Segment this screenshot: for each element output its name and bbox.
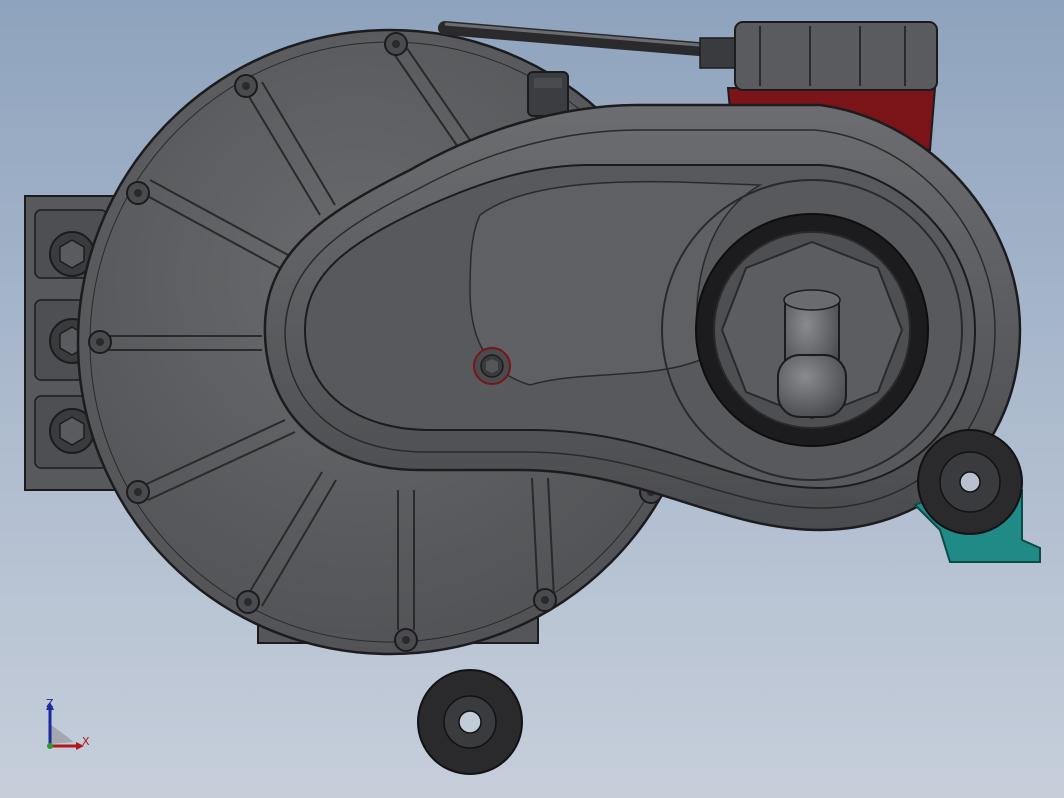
- cad-viewport[interactable]: Z X: [0, 0, 1064, 798]
- mounting-bracket[interactable]: [913, 429, 1041, 563]
- x-axis-label: X: [82, 735, 90, 748]
- rubber-mount[interactable]: [417, 669, 523, 775]
- cover-screw: [473, 347, 511, 385]
- z-axis-label: Z: [46, 697, 54, 710]
- gearmotor-model[interactable]: [0, 0, 1064, 798]
- vent-plug: [527, 71, 569, 117]
- axis-triad: Z X: [36, 696, 106, 756]
